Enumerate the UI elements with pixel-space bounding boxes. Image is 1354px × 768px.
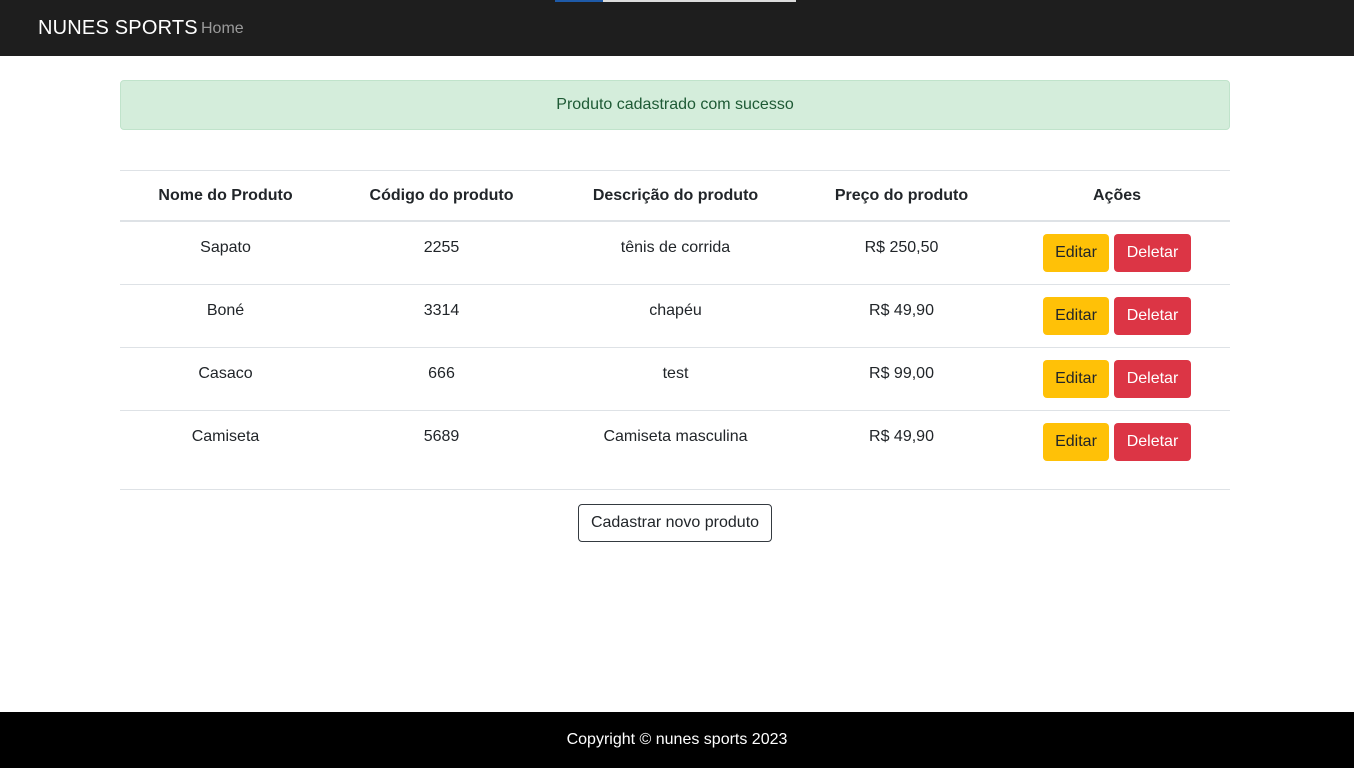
new-product-button[interactable]: Cadastrar novo produto bbox=[578, 504, 772, 542]
cell-product-price: R$ 250,50 bbox=[799, 221, 1004, 285]
product-description: chapéu bbox=[649, 302, 702, 319]
delete-button[interactable]: Deletar bbox=[1114, 234, 1191, 272]
product-code: 666 bbox=[428, 365, 455, 382]
footer: Copyright © nunes sports 2023 bbox=[0, 712, 1354, 768]
nav-link-home[interactable]: Home bbox=[201, 19, 244, 39]
product-name: Sapato bbox=[200, 239, 251, 256]
cell-product-name: Casaco bbox=[120, 347, 331, 411]
table-row: Sapato 2255 tênis de corrida R$ 250,50 E… bbox=[120, 221, 1230, 285]
cell-product-price: R$ 49,90 bbox=[799, 284, 1004, 348]
header-product-price: Preço do produto bbox=[799, 170, 1004, 222]
product-name: Camiseta bbox=[191, 428, 260, 445]
cell-product-price: R$ 49,90 bbox=[799, 410, 1004, 490]
product-price: R$ 49,90 bbox=[869, 428, 934, 445]
product-price: R$ 49,90 bbox=[869, 302, 934, 319]
cell-product-name: Camiseta bbox=[120, 410, 331, 490]
cell-product-price: R$ 99,00 bbox=[799, 347, 1004, 411]
cell-product-code: 2255 bbox=[331, 221, 552, 285]
page-loading-bar-fill bbox=[555, 0, 604, 2]
cell-actions: Editar Deletar bbox=[1004, 284, 1230, 348]
footer-copyright: Copyright © nunes sports 2023 bbox=[566, 731, 788, 748]
products-table: Nome do Produto Código do produto Descri… bbox=[120, 170, 1230, 490]
cell-product-code: 5689 bbox=[331, 410, 552, 490]
product-name: Boné bbox=[206, 302, 245, 319]
edit-button[interactable]: Editar bbox=[1043, 360, 1109, 398]
delete-button[interactable]: Deletar bbox=[1114, 423, 1191, 461]
product-code: 3314 bbox=[423, 302, 460, 319]
cell-actions: Editar Deletar bbox=[1004, 347, 1230, 411]
cell-actions: Editar Deletar bbox=[1004, 410, 1230, 490]
edit-button[interactable]: Editar bbox=[1043, 234, 1109, 272]
header-actions: Ações bbox=[1004, 170, 1230, 222]
table-row: Camiseta 5689 Camiseta masculina R$ 49,9… bbox=[120, 410, 1230, 490]
cell-product-code: 3314 bbox=[331, 284, 552, 348]
header-product-description: Descrição do produto bbox=[552, 170, 799, 222]
cell-product-description: test bbox=[552, 347, 799, 411]
table-row: Boné 3314 chapéu R$ 49,90 Editar Deletar bbox=[120, 284, 1230, 348]
product-code: 2255 bbox=[423, 239, 460, 256]
header-product-code: Código do produto bbox=[331, 170, 552, 222]
cell-product-description: tênis de corrida bbox=[552, 221, 799, 285]
edit-button[interactable]: Editar bbox=[1043, 297, 1109, 335]
products-table-container: Nome do Produto Código do produto Descri… bbox=[120, 170, 1230, 490]
delete-button[interactable]: Deletar bbox=[1114, 297, 1191, 335]
cell-product-name: Sapato bbox=[120, 221, 331, 285]
product-description: test bbox=[662, 365, 689, 382]
cell-product-description: Camiseta masculina bbox=[552, 410, 799, 490]
cell-product-name: Boné bbox=[120, 284, 331, 348]
page-loading-bar bbox=[555, 0, 796, 2]
delete-button[interactable]: Deletar bbox=[1114, 360, 1191, 398]
cell-product-description: chapéu bbox=[552, 284, 799, 348]
cell-actions: Editar Deletar bbox=[1004, 221, 1230, 285]
cell-product-code: 666 bbox=[331, 347, 552, 411]
navbar: NUNES SPORTS Home bbox=[0, 0, 1354, 56]
product-description: tênis de corrida bbox=[620, 239, 731, 256]
edit-button[interactable]: Editar bbox=[1043, 423, 1109, 461]
header-product-name: Nome do Produto bbox=[120, 170, 331, 222]
product-name: Casaco bbox=[198, 365, 253, 382]
table-row: Casaco 666 test R$ 99,00 Editar Deletar bbox=[120, 347, 1230, 411]
product-description: Camiseta masculina bbox=[603, 428, 748, 445]
product-code: 5689 bbox=[423, 428, 460, 445]
success-alert: Produto cadastrado com sucesso bbox=[120, 80, 1230, 130]
product-price: R$ 99,00 bbox=[869, 365, 934, 382]
product-price: R$ 250,50 bbox=[864, 239, 939, 256]
table-header-row: Nome do Produto Código do produto Descri… bbox=[120, 170, 1230, 222]
brand-logo[interactable]: NUNES SPORTS bbox=[38, 16, 198, 40]
